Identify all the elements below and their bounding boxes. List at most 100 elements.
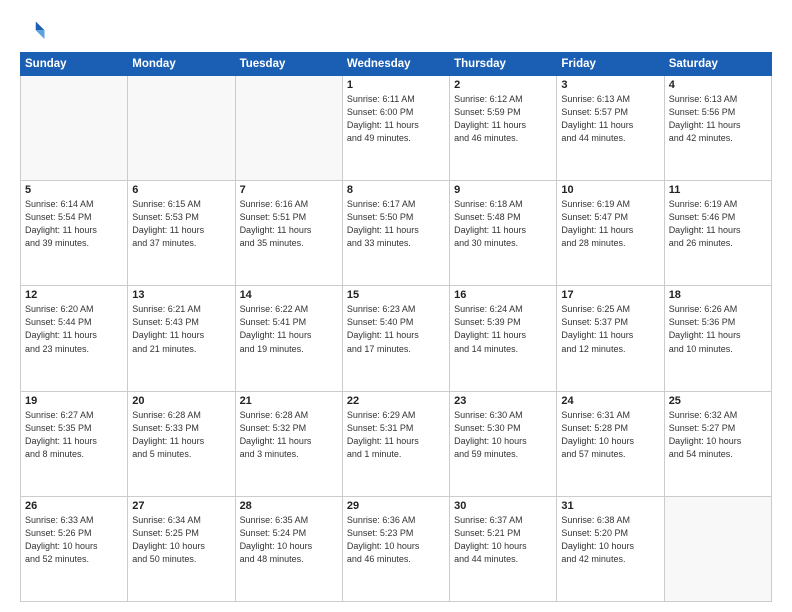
day-number: 4 — [669, 79, 767, 91]
day-number: 30 — [454, 500, 552, 512]
day-info: Sunrise: 6:17 AM Sunset: 5:50 PM Dayligh… — [347, 198, 445, 250]
day-number: 25 — [669, 395, 767, 407]
day-number: 9 — [454, 184, 552, 196]
day-number: 1 — [347, 79, 445, 91]
day-number: 22 — [347, 395, 445, 407]
day-info: Sunrise: 6:26 AM Sunset: 5:36 PM Dayligh… — [669, 303, 767, 355]
calendar-cell: 5 Sunrise: 6:14 AM Sunset: 5:54 PM Daylig… — [21, 181, 128, 286]
page: SundayMondayTuesdayWednesdayThursdayFrid… — [0, 0, 792, 612]
calendar-cell — [235, 76, 342, 181]
calendar-header: SundayMondayTuesdayWednesdayThursdayFrid… — [21, 53, 772, 76]
calendar-cell: 6 Sunrise: 6:15 AM Sunset: 5:53 PM Daylig… — [128, 181, 235, 286]
day-number: 16 — [454, 289, 552, 301]
calendar-cell: 8Sunrise: 6:17 AM Sunset: 5:50 PM Daylig… — [342, 181, 449, 286]
calendar-cell: 23Sunrise: 6:30 AM Sunset: 5:30 PM Dayli… — [450, 391, 557, 496]
day-number: 28 — [240, 500, 338, 512]
day-number: 29 — [347, 500, 445, 512]
day-info: Sunrise: 6:19 AM Sunset: 5:47 PM Dayligh… — [561, 198, 659, 250]
day-info: Sunrise: 6:12 AM Sunset: 5:59 PM Dayligh… — [454, 93, 552, 145]
day-number: 26 — [25, 500, 123, 512]
weekday-header-monday: Monday — [128, 53, 235, 76]
calendar-week-1: 1 Sunrise: 6:11 AM Sunset: 6:00 PM Daylig… — [21, 76, 772, 181]
day-number: 15 — [347, 289, 445, 301]
weekday-row: SundayMondayTuesdayWednesdayThursdayFrid… — [21, 53, 772, 76]
day-number: 27 — [132, 500, 230, 512]
calendar-cell: 13Sunrise: 6:21 AM Sunset: 5:43 PM Dayli… — [128, 286, 235, 391]
calendar-cell: 24 Sunrise: 6:31 AM Sunset: 5:28 PM Dayli… — [557, 391, 664, 496]
day-info: Sunrise: 6:35 AM Sunset: 5:24 PM Dayligh… — [240, 514, 338, 566]
weekday-header-saturday: Saturday — [664, 53, 771, 76]
day-info: Sunrise: 6:30 AM Sunset: 5:30 PM Dayligh… — [454, 409, 552, 461]
day-info: Sunrise: 6:11 AM Sunset: 6:00 PM Dayligh… — [347, 93, 445, 145]
day-info: Sunrise: 6:13 AM Sunset: 5:57 PM Dayligh… — [561, 93, 659, 145]
calendar-cell — [21, 76, 128, 181]
day-info: Sunrise: 6:38 AM Sunset: 5:20 PM Dayligh… — [561, 514, 659, 566]
day-info: Sunrise: 6:29 AM Sunset: 5:31 PM Dayligh… — [347, 409, 445, 461]
day-number: 13 — [132, 289, 230, 301]
header — [20, 18, 772, 46]
day-number: 14 — [240, 289, 338, 301]
calendar-cell: 10 Sunrise: 6:19 AM Sunset: 5:47 PM Dayli… — [557, 181, 664, 286]
weekday-header-sunday: Sunday — [21, 53, 128, 76]
calendar-cell — [664, 496, 771, 601]
logo-icon — [20, 18, 48, 46]
day-info: Sunrise: 6:33 AM Sunset: 5:26 PM Dayligh… — [25, 514, 123, 566]
day-number: 2 — [454, 79, 552, 91]
day-info: Sunrise: 6:31 AM Sunset: 5:28 PM Dayligh… — [561, 409, 659, 461]
calendar-cell: 27 Sunrise: 6:34 AM Sunset: 5:25 PM Dayli… — [128, 496, 235, 601]
day-number: 18 — [669, 289, 767, 301]
calendar-cell — [128, 76, 235, 181]
day-info: Sunrise: 6:22 AM Sunset: 5:41 PM Dayligh… — [240, 303, 338, 355]
day-info: Sunrise: 6:23 AM Sunset: 5:40 PM Dayligh… — [347, 303, 445, 355]
day-number: 12 — [25, 289, 123, 301]
calendar-cell: 19Sunrise: 6:27 AM Sunset: 5:35 PM Dayli… — [21, 391, 128, 496]
calendar-cell: 14 Sunrise: 6:22 AM Sunset: 5:41 PM Dayli… — [235, 286, 342, 391]
day-number: 31 — [561, 500, 659, 512]
day-number: 6 — [132, 184, 230, 196]
calendar-cell: 16Sunrise: 6:24 AM Sunset: 5:39 PM Dayli… — [450, 286, 557, 391]
day-info: Sunrise: 6:37 AM Sunset: 5:21 PM Dayligh… — [454, 514, 552, 566]
calendar-cell: 28 Sunrise: 6:35 AM Sunset: 5:24 PM Dayli… — [235, 496, 342, 601]
calendar-cell: 7Sunrise: 6:16 AM Sunset: 5:51 PM Daylig… — [235, 181, 342, 286]
calendar-cell: 25Sunrise: 6:32 AM Sunset: 5:27 PM Dayli… — [664, 391, 771, 496]
calendar-cell: 1 Sunrise: 6:11 AM Sunset: 6:00 PM Daylig… — [342, 76, 449, 181]
calendar-cell: 30 Sunrise: 6:37 AM Sunset: 5:21 PM Dayli… — [450, 496, 557, 601]
day-info: Sunrise: 6:28 AM Sunset: 5:32 PM Dayligh… — [240, 409, 338, 461]
day-info: Sunrise: 6:16 AM Sunset: 5:51 PM Dayligh… — [240, 198, 338, 250]
day-info: Sunrise: 6:36 AM Sunset: 5:23 PM Dayligh… — [347, 514, 445, 566]
day-info: Sunrise: 6:14 AM Sunset: 5:54 PM Dayligh… — [25, 198, 123, 250]
calendar-week-5: 26 Sunrise: 6:33 AM Sunset: 5:26 PM Dayli… — [21, 496, 772, 601]
calendar-week-4: 19Sunrise: 6:27 AM Sunset: 5:35 PM Dayli… — [21, 391, 772, 496]
calendar-cell: 22 Sunrise: 6:29 AM Sunset: 5:31 PM Dayli… — [342, 391, 449, 496]
day-info: Sunrise: 6:19 AM Sunset: 5:46 PM Dayligh… — [669, 198, 767, 250]
calendar-cell: 18 Sunrise: 6:26 AM Sunset: 5:36 PM Dayli… — [664, 286, 771, 391]
weekday-header-wednesday: Wednesday — [342, 53, 449, 76]
day-number: 10 — [561, 184, 659, 196]
day-info: Sunrise: 6:25 AM Sunset: 5:37 PM Dayligh… — [561, 303, 659, 355]
calendar-cell: 2 Sunrise: 6:12 AM Sunset: 5:59 PM Daylig… — [450, 76, 557, 181]
calendar-cell: 29 Sunrise: 6:36 AM Sunset: 5:23 PM Dayli… — [342, 496, 449, 601]
calendar-week-2: 5 Sunrise: 6:14 AM Sunset: 5:54 PM Daylig… — [21, 181, 772, 286]
day-info: Sunrise: 6:20 AM Sunset: 5:44 PM Dayligh… — [25, 303, 123, 355]
calendar-cell: 26 Sunrise: 6:33 AM Sunset: 5:26 PM Dayli… — [21, 496, 128, 601]
calendar-cell: 20 Sunrise: 6:28 AM Sunset: 5:33 PM Dayli… — [128, 391, 235, 496]
day-number: 20 — [132, 395, 230, 407]
day-info: Sunrise: 6:13 AM Sunset: 5:56 PM Dayligh… — [669, 93, 767, 145]
day-number: 24 — [561, 395, 659, 407]
day-info: Sunrise: 6:15 AM Sunset: 5:53 PM Dayligh… — [132, 198, 230, 250]
weekday-header-thursday: Thursday — [450, 53, 557, 76]
calendar-cell: 17 Sunrise: 6:25 AM Sunset: 5:37 PM Dayli… — [557, 286, 664, 391]
calendar-week-3: 12 Sunrise: 6:20 AM Sunset: 5:44 PM Dayli… — [21, 286, 772, 391]
day-info: Sunrise: 6:18 AM Sunset: 5:48 PM Dayligh… — [454, 198, 552, 250]
calendar-cell: 12 Sunrise: 6:20 AM Sunset: 5:44 PM Dayli… — [21, 286, 128, 391]
day-info: Sunrise: 6:27 AM Sunset: 5:35 PM Dayligh… — [25, 409, 123, 461]
calendar-cell: 15 Sunrise: 6:23 AM Sunset: 5:40 PM Dayli… — [342, 286, 449, 391]
calendar-cell: 4 Sunrise: 6:13 AM Sunset: 5:56 PM Daylig… — [664, 76, 771, 181]
day-number: 17 — [561, 289, 659, 301]
day-number: 5 — [25, 184, 123, 196]
day-number: 21 — [240, 395, 338, 407]
day-info: Sunrise: 6:28 AM Sunset: 5:33 PM Dayligh… — [132, 409, 230, 461]
calendar-table: SundayMondayTuesdayWednesdayThursdayFrid… — [20, 52, 772, 602]
day-number: 3 — [561, 79, 659, 91]
day-info: Sunrise: 6:34 AM Sunset: 5:25 PM Dayligh… — [132, 514, 230, 566]
